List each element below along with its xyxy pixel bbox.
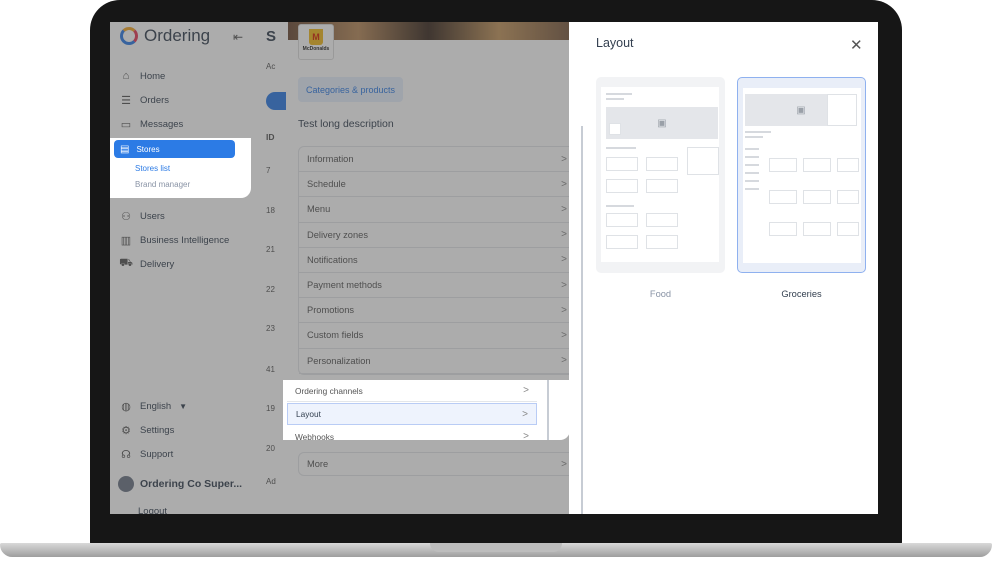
logout-button[interactable]: Logout xyxy=(138,506,167,514)
menu-item-information[interactable]: Information > xyxy=(299,147,575,173)
layout-option-food[interactable]: ▣ xyxy=(596,77,725,273)
sidebar-item-home[interactable]: ⌂ Home xyxy=(120,70,166,82)
ordering-logo-icon xyxy=(120,27,138,45)
truck-icon: ⛟ xyxy=(119,257,133,269)
chevron-right-icon: > xyxy=(561,203,567,215)
menu-item-layout[interactable]: Layout > xyxy=(287,403,537,425)
page-title: S xyxy=(266,28,277,45)
fries-icon: M xyxy=(309,29,323,45)
chevron-right-icon: > xyxy=(561,153,567,165)
layout-drawer: Layout ✕ ▣ Food ▣ Groceries xyxy=(569,22,878,514)
menu-item-personalization[interactable]: Personalization > xyxy=(299,349,575,374)
stores-nav-group: ▤ Stores Stores list Brand manager xyxy=(110,138,251,198)
menu-item-promotions[interactable]: Promotions > xyxy=(299,298,575,324)
app-name: Ordering xyxy=(144,26,211,45)
chevron-right-icon: > xyxy=(523,385,529,396)
sidebar-item-support[interactable]: ☊ Support xyxy=(120,448,173,461)
layout-option-groceries[interactable]: ▣ xyxy=(737,77,866,273)
id-column-header: ID xyxy=(266,132,275,142)
chevron-right-icon: > xyxy=(523,431,529,440)
stores-page: S Ac ID 7 18 21 22 23 41 19 20 Ad M McDo… xyxy=(253,22,576,514)
chevron-right-icon: > xyxy=(561,458,567,470)
language-selector[interactable]: ◍ English ▼ xyxy=(120,400,188,413)
menu-item-ordering-channels[interactable]: Ordering channels > xyxy=(287,380,537,402)
home-icon: ⌂ xyxy=(122,70,130,82)
sidebar-subitem-brand-manager[interactable]: Brand manager xyxy=(135,180,190,189)
table-footer: Ad xyxy=(266,477,276,486)
sidebar-item-messages[interactable]: ▭ Messages xyxy=(120,118,184,131)
menu-item-custom-fields[interactable]: Custom fields > xyxy=(299,323,575,349)
tab-active[interactable]: Ac xyxy=(266,62,275,71)
highlighted-menu-group: Ordering channels > Layout > Webhooks > xyxy=(283,380,570,440)
app-logo[interactable]: Ordering xyxy=(120,26,210,46)
chevron-right-icon: > xyxy=(561,178,567,190)
chevron-right-icon: > xyxy=(561,304,567,316)
layout-option-label: Food xyxy=(649,289,672,299)
add-store-button[interactable] xyxy=(266,92,286,110)
table-row-id[interactable]: 20 xyxy=(266,444,275,453)
gear-icon: ⚙ xyxy=(121,424,131,437)
menu-item-webhooks[interactable]: Webhooks > xyxy=(287,426,537,440)
store-icon: ▤ xyxy=(120,143,130,155)
table-row-id[interactable]: 18 xyxy=(266,206,275,215)
user-profile[interactable]: Ordering Co Super... xyxy=(118,476,242,492)
chart-icon: ▥ xyxy=(120,234,132,247)
sidebar-item-business-intelligence[interactable]: ▥ Business Intelligence xyxy=(120,234,229,247)
table-row-id[interactable]: 21 xyxy=(266,245,275,254)
list-icon: ☰ xyxy=(121,94,131,107)
drawer-title: Layout xyxy=(596,36,634,50)
drawer-edge xyxy=(569,22,581,514)
avatar xyxy=(118,476,134,492)
menu-item-payment-methods[interactable]: Payment methods > xyxy=(299,273,575,299)
store-settings-menu: Information > Schedule > Menu > Delivery zo… xyxy=(298,146,576,375)
chevron-right-icon: > xyxy=(561,355,567,367)
chevron-right-icon: > xyxy=(561,229,567,241)
sidebar: Ordering ⇤ ⌂ Home ☰ Orders ▭ Messages ⚇ User… xyxy=(110,22,253,514)
user-name: Ordering Co Super... xyxy=(140,478,243,490)
menu-item-schedule[interactable]: Schedule > xyxy=(299,172,575,198)
menu-item-notifications[interactable]: Notifications > xyxy=(299,248,575,273)
menu-item-menu[interactable]: Menu > xyxy=(299,197,575,223)
sidebar-item-orders[interactable]: ☰ Orders xyxy=(120,94,169,107)
chat-icon: ▭ xyxy=(120,118,132,131)
scrollbar[interactable] xyxy=(581,126,583,514)
table-row-id[interactable]: 41 xyxy=(266,365,275,374)
stores-table-column: S Ac ID 7 18 21 22 23 41 19 20 Ad xyxy=(253,22,286,514)
headset-icon: ☊ xyxy=(121,448,131,461)
globe-icon: ◍ xyxy=(121,400,131,413)
table-row-id[interactable]: 23 xyxy=(266,324,275,333)
table-row-id[interactable]: 22 xyxy=(266,285,275,294)
sidebar-item-delivery[interactable]: ⛟ Delivery xyxy=(119,257,174,270)
chevron-right-icon: > xyxy=(561,279,567,291)
screen: Ordering ⇤ ⌂ Home ☰ Orders ▭ Messages ⚇ User… xyxy=(110,22,878,514)
table-row-id[interactable]: 19 xyxy=(266,404,275,413)
chevron-right-icon: > xyxy=(561,254,567,266)
chevron-right-icon: > xyxy=(522,408,528,420)
laptop-notch xyxy=(430,543,562,552)
users-icon: ⚇ xyxy=(121,210,131,223)
sidebar-item-users[interactable]: ⚇ Users xyxy=(120,210,165,223)
food-layout-preview: ▣ xyxy=(601,87,719,262)
collapse-icon[interactable]: ⇤ xyxy=(233,30,243,44)
image-placeholder-icon: ▣ xyxy=(606,107,718,139)
store-detail-panel: M McDonalds Categories & products Test l… xyxy=(286,22,576,514)
menu-item-delivery-zones[interactable]: Delivery zones > xyxy=(299,223,575,248)
chevron-right-icon: > xyxy=(561,329,567,341)
table-row-id[interactable]: 7 xyxy=(266,166,270,175)
store-logo: M McDonalds xyxy=(298,24,334,60)
close-icon[interactable]: ✕ xyxy=(850,36,863,54)
sidebar-item-settings[interactable]: ⚙ Settings xyxy=(120,424,174,437)
groceries-layout-preview: ▣ xyxy=(743,88,861,263)
sidebar-item-stores[interactable]: ▤ Stores xyxy=(114,140,235,158)
store-description: Test long description xyxy=(298,118,394,130)
scrollbar[interactable] xyxy=(547,380,549,440)
caret-down-icon: ▼ xyxy=(179,401,188,411)
categories-products-button[interactable]: Categories & products xyxy=(298,77,404,102)
menu-item-more[interactable]: More > xyxy=(298,452,576,476)
sidebar-subitem-stores-list[interactable]: Stores list xyxy=(135,164,170,173)
layout-option-label: Groceries xyxy=(781,289,822,299)
